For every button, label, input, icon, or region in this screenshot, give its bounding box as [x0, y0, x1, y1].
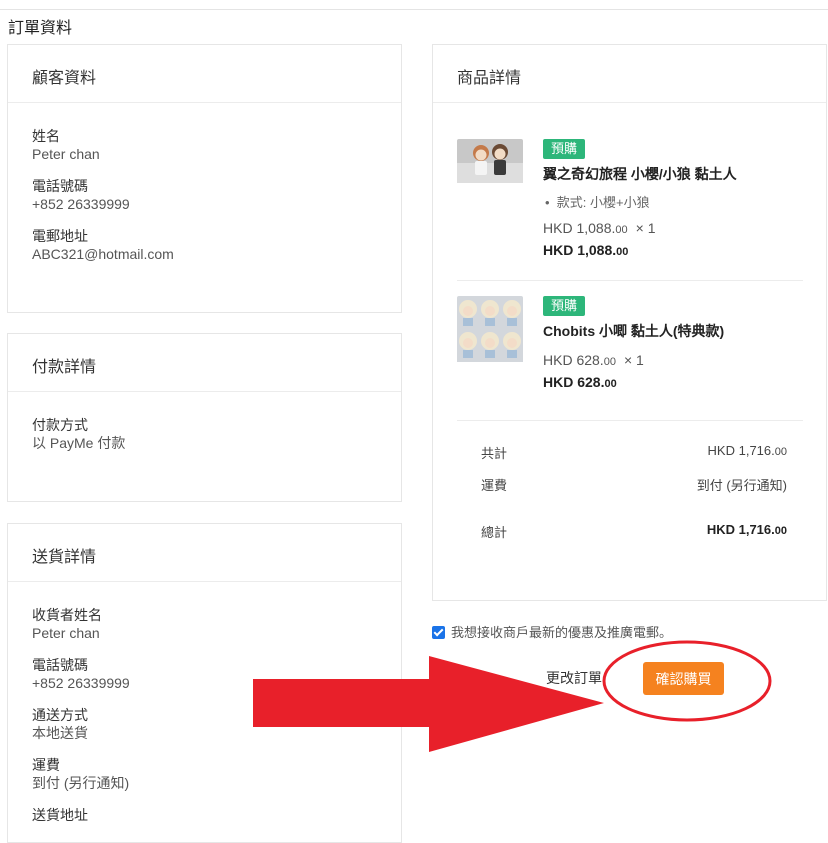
customer-card: 顧客資料 姓名 Peter chan 電話號碼 +852 26339999 電郵… — [7, 44, 402, 313]
item-total-line: HKD 628.00 — [543, 374, 803, 390]
delivery-method-value: 本地送貨 — [32, 725, 88, 741]
item-quantity: × 1 — [635, 220, 656, 236]
unit-price-line: HKD 628.00 × 1 — [543, 352, 803, 368]
delivery-fee-label: 運費 — [32, 757, 60, 773]
item-total-line: HKD 1,088.00 — [543, 242, 803, 258]
summary-divider — [457, 420, 803, 421]
customer-name-label: 姓名 — [32, 128, 60, 144]
product-card-title: 商品詳情 — [433, 45, 826, 103]
page-title: 訂單資料 — [8, 20, 73, 37]
unit-price-line: HKD 1,088.00 × 1 — [543, 220, 803, 236]
shipping-value: 到付 (另行通知) — [696, 478, 787, 493]
item-total-cents: 00 — [604, 378, 617, 390]
customer-name-value: Peter chan — [32, 146, 100, 162]
customer-phone-label: 電話號碼 — [32, 178, 88, 194]
subtotal-cents: 00 — [774, 446, 787, 458]
product-option-text: 款式: 小櫻+小狼 — [556, 195, 650, 210]
unit-price-cents: 00 — [603, 356, 616, 368]
grand-total-cents: 00 — [774, 525, 787, 537]
customer-email-value: ABC321@hotmail.com — [32, 246, 174, 262]
grand-total-value: HKD 1,716. — [706, 522, 775, 537]
delivery-address-label: 送貨地址 — [32, 807, 88, 823]
payment-card-title: 付款詳情 — [8, 334, 401, 392]
delivery-phone-label: 電話號碼 — [32, 657, 88, 673]
customer-card-title: 顧客資料 — [8, 45, 401, 103]
subtotal-row: 共計 HKD 1,716.00 — [481, 443, 787, 462]
top-divider — [0, 9, 828, 10]
preorder-badge: 預購 — [543, 139, 586, 159]
newsletter-label[interactable]: 我想接收商戶最新的優惠及推廣電郵。 — [451, 625, 672, 640]
preorder-badge: 預購 — [543, 296, 586, 316]
delivery-card-title: 送貨詳情 — [8, 524, 401, 582]
payment-method-value: 以 PayMe 付款 — [32, 435, 126, 451]
recipient-name-value: Peter chan — [32, 625, 100, 641]
item-total-cents: 00 — [616, 246, 629, 258]
delivery-card: 送貨詳情 收貨者姓名 Peter chan 電話號碼 +852 26339999… — [7, 523, 402, 843]
confirm-purchase-button[interactable]: 確認購買 — [643, 662, 724, 695]
item-total: HKD 628. — [543, 374, 605, 390]
subtotal-label: 共計 — [481, 446, 508, 461]
shipping-label: 運費 — [481, 478, 508, 493]
item-quantity: × 1 — [623, 352, 644, 368]
unit-price-cents: 00 — [615, 224, 628, 236]
newsletter-checkbox[interactable] — [432, 626, 445, 639]
product-details-card: 商品詳情 預購 翼之奇幻旅程 小櫻/小狼 黏土人 • 款式: 小櫻+小狼 HKD… — [432, 44, 827, 601]
product-name[interactable]: Chobits 小唧 黏土人(特典款) — [543, 321, 803, 341]
unit-price: HKD 1,088. — [543, 220, 616, 236]
product-image-chobits — [457, 296, 523, 367]
subtotal-value: HKD 1,716. — [707, 443, 775, 458]
customer-phone-value: +852 26339999 — [32, 196, 130, 212]
product-name[interactable]: 翼之奇幻旅程 小櫻/小狼 黏土人 — [543, 164, 803, 184]
payment-card: 付款詳情 付款方式 以 PayMe 付款 — [7, 333, 402, 502]
recipient-name-label: 收貨者姓名 — [32, 607, 102, 623]
payment-method-label: 付款方式 — [32, 417, 88, 433]
unit-price: HKD 628. — [543, 352, 604, 368]
delivery-fee-value: 到付 (另行通知) — [32, 775, 130, 791]
delivery-method-label: 通送方式 — [32, 707, 88, 723]
customer-email-label: 電郵地址 — [32, 228, 88, 244]
item-divider — [457, 280, 803, 281]
delivery-phone-value: +852 26339999 — [32, 675, 130, 691]
grand-total-label: 總計 — [481, 525, 508, 540]
grand-total-row: 總計 HKD 1,716.00 — [481, 522, 787, 541]
product-image-figures — [457, 139, 523, 188]
change-order-link[interactable]: 更改訂單 — [546, 668, 602, 688]
shipping-row: 運費 到付 (另行通知) — [481, 475, 787, 494]
newsletter-optin: 我想接收商戶最新的優惠及推廣電郵。 — [432, 622, 672, 641]
item-total: HKD 1,088. — [543, 242, 617, 258]
product-option: • 款式: 小櫻+小狼 — [545, 195, 650, 210]
